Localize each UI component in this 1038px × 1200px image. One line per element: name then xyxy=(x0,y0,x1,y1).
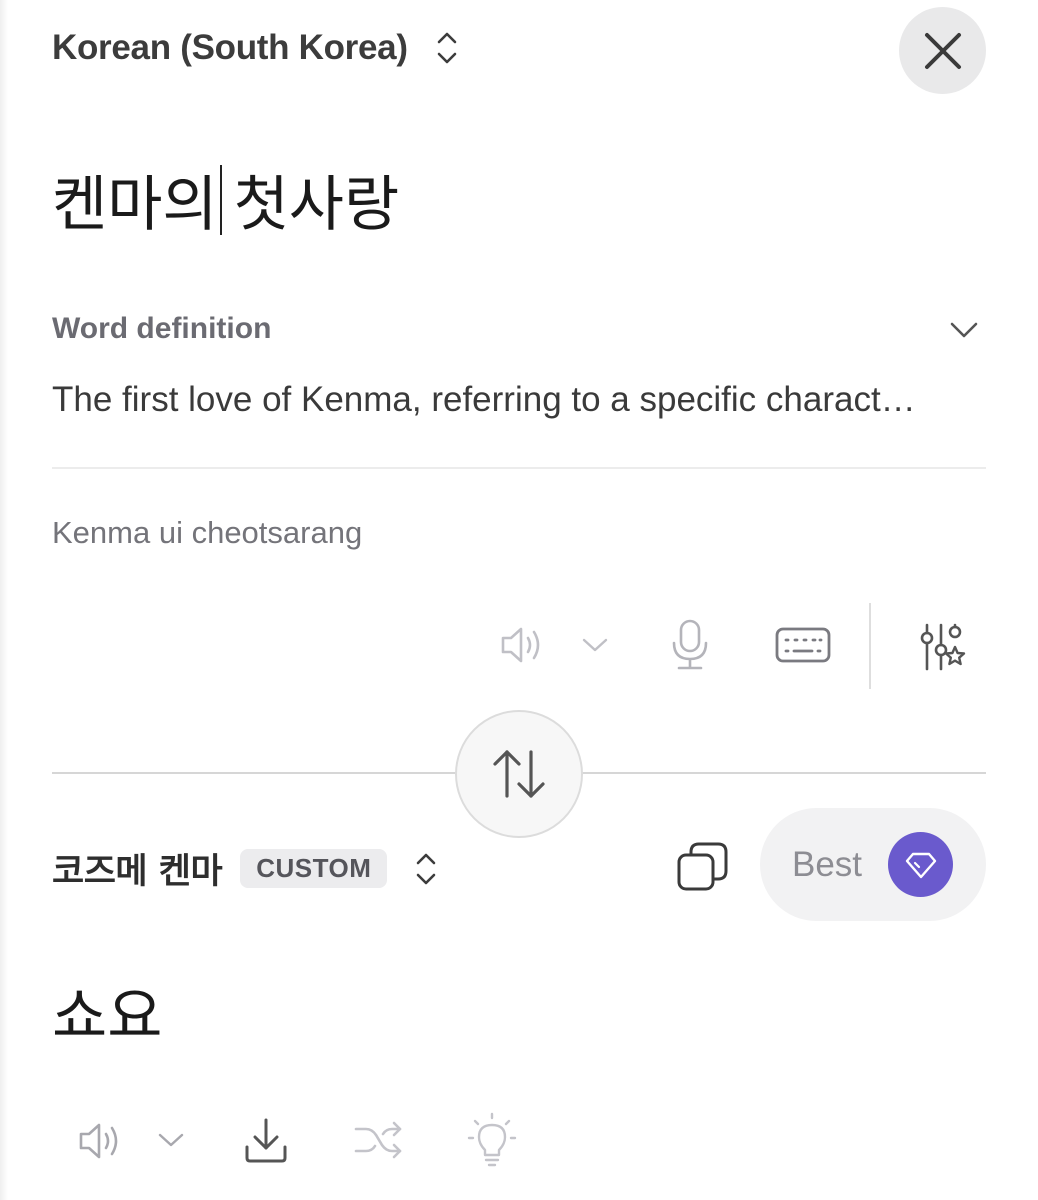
best-label: Best xyxy=(792,844,863,884)
best-quality-toggle[interactable]: Best xyxy=(760,808,986,921)
up-down-chevron-icon xyxy=(417,853,436,884)
copy-icon[interactable] xyxy=(674,838,732,896)
speaker-icon xyxy=(501,627,540,663)
source-language-label: Korean (South Korea) xyxy=(52,28,408,67)
download-icon xyxy=(245,1118,287,1163)
chevron-down-icon xyxy=(582,638,608,652)
transliteration-text: Kenma ui cheotsarang xyxy=(52,515,363,550)
microphone-button[interactable] xyxy=(662,615,718,675)
diamond-icon xyxy=(905,852,936,878)
microphone-icon xyxy=(672,619,708,670)
speaker-icon xyxy=(79,1123,118,1159)
custom-badge: CUSTOM xyxy=(240,849,388,888)
divider xyxy=(52,467,986,469)
lightbulb-icon xyxy=(467,1112,517,1167)
download-button[interactable] xyxy=(238,1112,294,1168)
translation-text: 쇼요 xyxy=(52,982,163,1052)
chevron-down-icon xyxy=(158,1133,184,1147)
toolbar-separator xyxy=(869,603,871,689)
left-edge-shade xyxy=(0,0,8,1200)
word-definition-title: Word definition xyxy=(52,312,272,345)
keyboard-icon xyxy=(775,627,831,663)
shuffle-button[interactable] xyxy=(350,1112,408,1168)
target-speaker-button[interactable] xyxy=(71,1113,127,1169)
voice-options-button[interactable] xyxy=(578,630,612,660)
keyboard-button[interactable] xyxy=(772,620,834,670)
swap-languages-button[interactable] xyxy=(455,710,583,838)
suggestion-button[interactable] xyxy=(464,1110,520,1170)
sliders-star-icon xyxy=(920,623,966,671)
up-down-chevron-icon xyxy=(437,32,457,64)
source-language-selector[interactable]: Korean (South Korea) xyxy=(52,28,462,68)
gem-badge xyxy=(888,832,953,897)
source-speaker-button[interactable] xyxy=(493,617,549,673)
text-caret xyxy=(219,164,222,235)
source-text-before-caret: 켄마의 xyxy=(52,170,218,240)
swap-arrows-icon xyxy=(493,750,545,798)
shuffle-icon xyxy=(354,1121,402,1159)
word-definition-text: The first love of Kenma, referring to a … xyxy=(52,380,916,419)
target-language-label: 코즈메 켄마 xyxy=(52,852,223,892)
custom-settings-button[interactable] xyxy=(912,618,970,676)
chevron-down-icon[interactable] xyxy=(946,316,982,344)
close-icon xyxy=(924,32,961,69)
target-voice-options-button[interactable] xyxy=(154,1125,188,1155)
source-text-input[interactable]: 켄마의 첫사랑 xyxy=(52,156,399,243)
close-button[interactable] xyxy=(899,7,986,94)
source-text-after-caret: 첫사랑 xyxy=(233,170,400,240)
target-language-selector[interactable]: 코즈메 켄마 CUSTOM xyxy=(52,843,441,894)
